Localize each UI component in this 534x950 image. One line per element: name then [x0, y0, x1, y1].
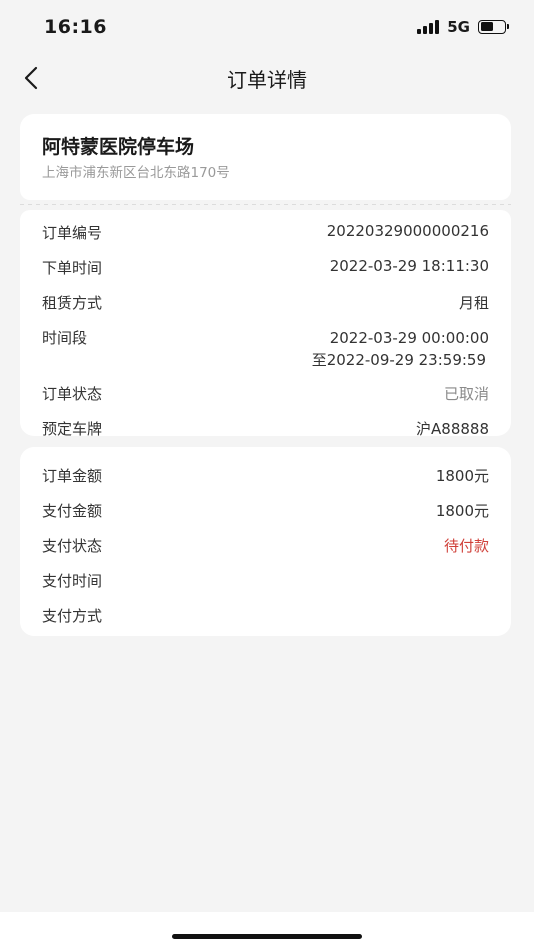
period-label: 时间段	[42, 329, 88, 347]
rent-type-row: 租赁方式 月租	[42, 292, 489, 314]
period-start: 2022-03-29 00:00:00	[329, 329, 489, 347]
order-number-row: 订单编号 20220329000000216	[42, 222, 489, 244]
order-time-label: 下单时间	[42, 259, 103, 277]
paid-amount-value: 1800元	[435, 502, 489, 520]
pay-time-row: 支付时间	[42, 570, 489, 592]
page-title: 订单详情	[227, 68, 307, 92]
order-info-card: 订单编号 20220329000000216 下单时间 2022-03-29 1…	[20, 210, 511, 438]
dashed-divider	[20, 204, 511, 206]
period-row: 时间段 2022-03-29 00:00:00 至2022-09-29 23:5…	[42, 327, 489, 371]
pay-status-value: 待付款	[443, 537, 489, 555]
period-value: 2022-03-29 00:00:00 至2022-09-29 23:59:59	[312, 327, 489, 371]
battery-fill	[480, 22, 494, 31]
rent-type-label: 租赁方式	[42, 294, 103, 312]
order-amount-label: 订单金额	[42, 467, 103, 485]
parking-name: 阿特蒙医院停车场	[42, 136, 195, 158]
order-detail-page: 16:16 5G 订单详情 阿特蒙医院停车场 上海市浦东新区台北东路170号 订…	[0, 0, 534, 950]
pay-method-label: 支付方式	[42, 607, 103, 625]
paid-amount-row: 支付金额 1800元	[42, 500, 489, 522]
signal-icon	[417, 19, 440, 34]
plate-label: 预定车牌	[42, 420, 103, 438]
order-status-label: 订单状态	[42, 385, 103, 403]
order-amount-value: 1800元	[435, 467, 489, 485]
order-time-row: 下单时间 2022-03-29 18:11:30	[42, 257, 489, 279]
plate-row: 预定车牌 沪A88888	[42, 418, 489, 440]
status-bar: 16:16 5G	[0, 0, 534, 56]
bottom-safe-area	[0, 912, 534, 950]
nav-bar: 订单详情	[0, 56, 534, 100]
status-time: 16:16	[44, 15, 107, 38]
pay-status-label: 支付状态	[42, 537, 103, 555]
pay-time-label: 支付时间	[42, 572, 103, 590]
network-type: 5G	[447, 17, 470, 36]
period-end: 至2022-09-29 23:59:59	[311, 351, 486, 369]
order-status-value: 已取消	[443, 385, 489, 403]
status-indicators: 5G	[417, 17, 509, 36]
order-status-row: 订单状态 已取消	[42, 383, 489, 405]
rent-type-value: 月租	[458, 294, 489, 312]
order-number-value: 20220329000000216	[326, 222, 489, 240]
battery-icon	[478, 19, 509, 34]
paid-amount-label: 支付金额	[42, 502, 103, 520]
payment-card: 订单金额 1800元 支付金额 1800元 支付状态 待付款 支付时间 支付方式	[20, 447, 511, 636]
order-number-label: 订单编号	[42, 224, 103, 242]
plate-value: 沪A88888	[416, 420, 489, 438]
home-indicator[interactable]	[172, 934, 362, 939]
parking-card: 阿特蒙医院停车场 上海市浦东新区台北东路170号	[20, 114, 511, 200]
parking-address: 上海市浦东新区台北东路170号	[42, 165, 230, 181]
pay-method-row: 支付方式	[42, 605, 489, 627]
order-amount-row: 订单金额 1800元	[42, 465, 489, 487]
pay-status-row: 支付状态 待付款	[42, 535, 489, 557]
order-time-value: 2022-03-29 18:11:30	[329, 257, 489, 275]
